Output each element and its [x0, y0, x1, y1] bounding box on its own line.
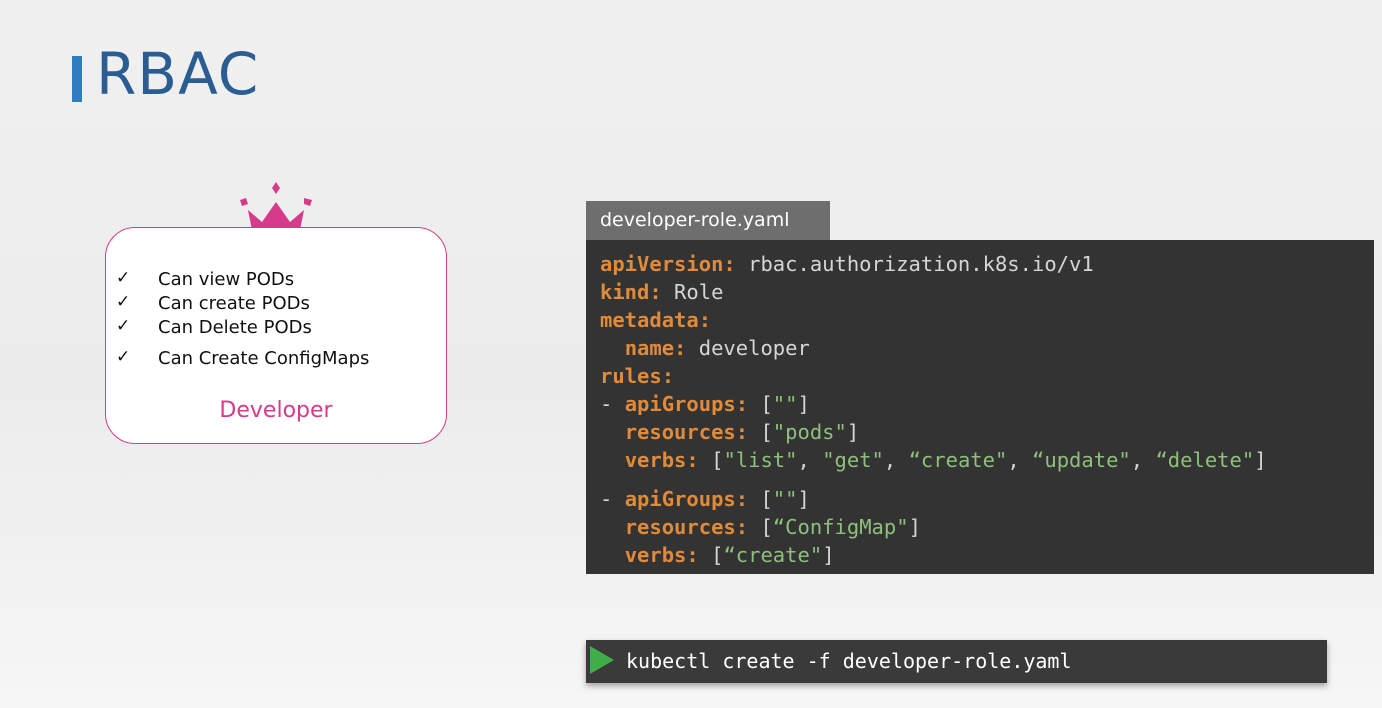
permission-label: Can create PODs: [158, 293, 310, 314]
code-line: verbs: ["list", "get", “create", “update…: [624, 448, 1267, 472]
check-icon: ✓: [116, 316, 131, 336]
terminal-command-bar: kubectl create -f developer-role.yaml: [586, 640, 1327, 683]
permission-label: Can view PODs: [158, 269, 295, 290]
terminal-command: kubectl create -f developer-role.yaml: [626, 649, 1072, 673]
yaml-filename-tab: developer-role.yaml: [586, 201, 830, 240]
code-line: kind: Role: [600, 280, 724, 304]
code-line: resources: [“ConfigMap"]: [624, 515, 921, 539]
check-icon: ✓: [116, 292, 131, 312]
check-icon: ✓: [116, 268, 131, 288]
code-line: - apiGroups: [""]: [600, 487, 810, 511]
play-icon: [590, 646, 614, 674]
title-accent-bar: [72, 56, 82, 102]
code-line: verbs: [“create"]: [624, 543, 835, 567]
permission-label: Can Delete PODs: [158, 317, 312, 338]
code-line: name: developer: [624, 336, 810, 360]
code-line: - apiGroups: [""]: [600, 392, 810, 416]
role-name-label: Developer: [219, 398, 333, 423]
permission-label: Can Create ConfigMaps: [158, 348, 370, 369]
code-line: metadata:: [600, 308, 712, 332]
code-line: resources: ["pods"]: [624, 420, 860, 444]
code-line: apiVersion: rbac.authorization.k8s.io/v1: [600, 252, 1094, 276]
yaml-code-block: apiVersion: rbac.authorization.k8s.io/v1…: [586, 240, 1374, 574]
developer-card: ✓ Can view PODs ✓ Can create PODs ✓ Can …: [105, 227, 447, 444]
code-line: rules:: [600, 364, 675, 388]
slide-title: RBAC: [96, 40, 260, 108]
check-icon: ✓: [116, 347, 131, 367]
